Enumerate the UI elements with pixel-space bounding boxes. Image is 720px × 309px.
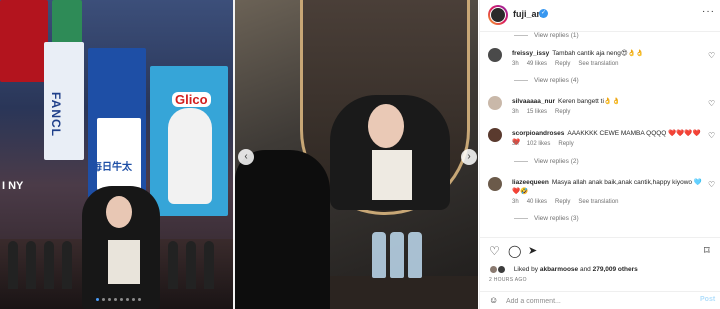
save-bookmark-icon[interactable]: ⌑ <box>704 244 710 257</box>
carousel-photo-left: FANCL 毎日牛太 Glico I NY <box>0 0 233 309</box>
comment-time: 3h <box>512 141 519 147</box>
person-face <box>368 104 404 148</box>
comment-username[interactable]: silvaaaaa_nur <box>512 98 555 105</box>
comments-list: View replies (1) freissy_issy Tambah cant… <box>480 32 720 235</box>
heart-icon[interactable]: ♡ <box>708 51 715 60</box>
billboard <box>97 118 141 190</box>
post-actions: ♡ ◯ ➤ ⌑ Liked by akbarmoose and 279,009 … <box>480 237 720 309</box>
share-send-icon[interactable]: ➤ <box>528 244 537 257</box>
post-sidebar: fuji_an ✓ ··· View replies (1) freissy_i… <box>479 0 720 309</box>
comment-reply-button[interactable]: Reply <box>555 61 570 67</box>
comment-bubble-icon[interactable]: ◯ <box>508 244 521 258</box>
avatar[interactable] <box>488 96 502 110</box>
sign-text-ny: I NY <box>2 180 24 192</box>
water-bottle <box>390 232 404 278</box>
comment-username[interactable]: freissy_issy <box>512 50 549 57</box>
crowd-figure <box>8 241 18 289</box>
heart-icon[interactable]: ♡ <box>708 99 715 108</box>
comment-body: Tambah cantik aja neng😍👌👌 <box>552 50 644 57</box>
avatar <box>497 265 506 274</box>
comment-reply-button[interactable]: Reply <box>555 199 570 205</box>
carousel-dot <box>132 298 135 301</box>
carousel-dot <box>114 298 117 301</box>
crowd-figure <box>186 241 196 289</box>
liked-by-and: and <box>579 266 591 274</box>
comment-time: 3h <box>512 199 519 205</box>
add-comment-bar: ☺ Post <box>480 291 720 309</box>
comment-input[interactable] <box>506 295 676 307</box>
crowd-figure <box>168 241 178 289</box>
view-replies-button[interactable]: View replies (2) <box>514 158 579 165</box>
comment-likes[interactable]: 102 likes <box>527 141 551 147</box>
person-shirt <box>108 240 140 284</box>
see-translation-button[interactable]: See translation <box>578 61 618 67</box>
billboard <box>0 0 48 82</box>
counter-top <box>330 276 478 309</box>
liked-by-avatars <box>489 265 509 274</box>
see-translation-button[interactable]: See translation <box>578 199 618 205</box>
liked-by-user[interactable]: akbarmoose <box>540 266 578 273</box>
glico-runner-figure <box>168 108 212 204</box>
view-replies-button[interactable]: View replies (1) <box>514 32 579 39</box>
carousel-dot <box>120 298 123 301</box>
foreground-shadow <box>235 150 330 309</box>
carousel-dot <box>96 298 99 301</box>
carousel-prev-button[interactable]: ‹ <box>238 149 254 165</box>
crowd-figure <box>26 241 36 289</box>
comment-meta: 3h 40 likes Reply See translation <box>512 199 626 205</box>
sign-text-glico: Glico <box>172 92 211 107</box>
comment-reply-button[interactable]: Reply <box>558 141 573 147</box>
comment-meta: 3h 102 likes Reply <box>512 141 582 147</box>
liked-by-prefix: Liked by <box>513 266 539 274</box>
heart-icon[interactable]: ♡ <box>708 131 715 140</box>
comment-likes[interactable]: 40 likes <box>527 199 547 205</box>
comment-text: freissy_issy Tambah cantik aja neng😍👌👌 <box>512 49 702 58</box>
comment-reply-button[interactable]: Reply <box>555 109 570 115</box>
avatar[interactable] <box>488 48 502 62</box>
avatar[interactable] <box>490 7 506 23</box>
comment-likes[interactable]: 49 likes <box>527 61 547 67</box>
crowd-figure <box>44 241 54 289</box>
view-replies-button[interactable]: View replies (3) <box>514 215 579 222</box>
crowd-figure <box>62 241 72 289</box>
carousel-dot <box>102 298 105 301</box>
post-header: fuji_an ✓ ··· <box>480 0 720 32</box>
avatar[interactable] <box>488 128 502 142</box>
verified-badge-icon: ✓ <box>539 9 548 18</box>
comment-body: Keren bangett ti👌👌 <box>558 98 621 105</box>
sign-text-fancl: FANCL <box>49 92 63 137</box>
person-shirt <box>372 150 412 200</box>
comment-text: liazeequeen Masya allah anak baik,anak ca… <box>512 178 702 196</box>
carousel-dots <box>96 298 141 301</box>
water-bottle <box>408 232 422 278</box>
liked-by-others[interactable]: 279,009 others <box>593 266 638 273</box>
comment-time: 3h <box>512 109 519 115</box>
comment-meta: 3h 15 likes Reply <box>512 109 578 115</box>
carousel-dot <box>126 298 129 301</box>
comment-text: silvaaaaa_nur Keren bangett ti👌👌 <box>512 97 702 106</box>
post-comment-button[interactable]: Post <box>700 296 715 303</box>
heart-icon[interactable]: ♡ <box>708 180 715 189</box>
avatar[interactable] <box>488 177 502 191</box>
liked-by-text: Liked by akbarmoose and 279,009 others <box>489 265 638 274</box>
post-media[interactable]: FANCL 毎日牛太 Glico I NY ‹ › <box>0 0 478 309</box>
like-heart-icon[interactable]: ♡ <box>489 244 500 258</box>
more-options-icon[interactable]: ··· <box>702 6 715 17</box>
view-replies-button[interactable]: View replies (4) <box>514 77 579 84</box>
post-username[interactable]: fuji_an <box>513 9 542 19</box>
crowd-figure <box>204 241 214 289</box>
carousel-next-button[interactable]: › <box>461 149 477 165</box>
carousel-dot <box>138 298 141 301</box>
person-face <box>106 196 132 228</box>
comment-time: 3h <box>512 61 519 67</box>
carousel-dot <box>108 298 111 301</box>
sign-text-mainichi: 毎日牛太 <box>92 162 132 173</box>
comment-meta: 3h 49 likes Reply See translation <box>512 61 626 67</box>
comment-username[interactable]: scorpioandroses <box>512 130 564 137</box>
emoji-icon[interactable]: ☺ <box>489 295 498 305</box>
water-bottle <box>372 232 386 278</box>
comment-likes[interactable]: 15 likes <box>527 109 547 115</box>
post-timestamp[interactable]: 2 HOURS AGO <box>489 277 527 283</box>
comment-username[interactable]: liazeequeen <box>512 179 549 186</box>
